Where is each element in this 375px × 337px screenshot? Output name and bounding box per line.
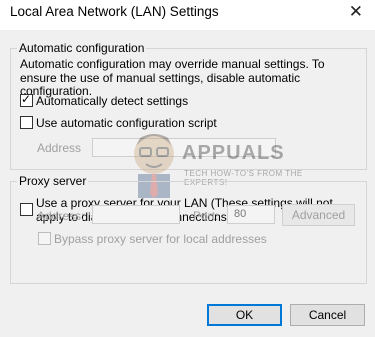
bypass-local-checkbox[interactable] (38, 232, 51, 245)
use-proxy-checkbox[interactable] (20, 203, 33, 216)
watermark-brand: APPUALS (182, 142, 285, 164)
close-icon[interactable]: ✕ (349, 2, 363, 22)
proxy-address-label: Address: (37, 209, 85, 223)
ok-button[interactable]: OK (207, 304, 282, 326)
use-config-script-checkbox[interactable] (20, 116, 33, 129)
proxy-port-label: Port: (193, 209, 219, 223)
script-address-label: Address (37, 141, 82, 155)
advanced-button[interactable]: Advanced (282, 204, 355, 226)
automatic-configuration-legend: Automatic configuration (17, 41, 147, 55)
checkmark-icon: ✓ (21, 92, 32, 106)
automatically-detect-checkbox[interactable]: ✓ (20, 92, 33, 107)
automatically-detect-label[interactable]: Automatically detect settings (36, 94, 188, 108)
automatic-configuration-description: Automatic configuration may override man… (20, 57, 325, 98)
proxy-port-input[interactable]: 80 (227, 205, 275, 224)
window-title: Local Area Network (LAN) Settings (10, 4, 219, 19)
proxy-address-input[interactable] (92, 205, 180, 224)
bypass-local-label[interactable]: Bypass proxy server for local addresses (54, 232, 267, 246)
cancel-button[interactable]: Cancel (290, 304, 365, 326)
proxy-server-legend: Proxy server (17, 174, 89, 188)
